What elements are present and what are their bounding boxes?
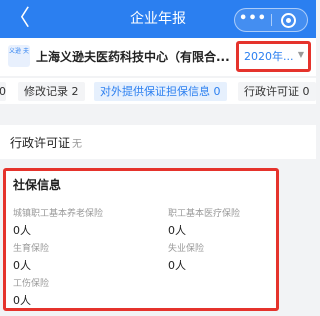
item-value: 0人 xyxy=(168,224,186,237)
item-value: 0人 xyxy=(13,224,31,237)
item-label: 生育保险 xyxy=(13,244,50,254)
admin-license-heading: 行政许可证无 xyxy=(10,134,82,151)
admin-license-empty: 无 xyxy=(72,139,83,150)
nav-bar: 〈 企业年报 ••• xyxy=(0,0,316,38)
pension-insurance-item: 城镇职工基本养老保险 0人 xyxy=(13,206,103,238)
close-target-icon[interactable] xyxy=(281,13,296,28)
item-label: 城镇职工基本养老保险 xyxy=(13,209,104,219)
item-label: 工伤保险 xyxy=(13,279,50,289)
item-label: 职工基本医疗保险 xyxy=(168,209,241,219)
tab-guarantee-info[interactable]: 对外提供保证担保信息 0 xyxy=(94,82,227,101)
admin-license-title: 行政许可证 xyxy=(10,136,71,150)
maternity-insurance-item: 生育保险 0人 xyxy=(13,241,49,273)
tab-modification-records[interactable]: 修改记录 2 xyxy=(18,82,85,101)
mini-program-capsule: ••• xyxy=(234,8,308,32)
item-label: 失业保险 xyxy=(168,244,205,254)
company-name: 上海义逊夫医药科技中心（有限合... xyxy=(36,50,230,64)
item-value: 0人 xyxy=(13,294,31,307)
unemployment-insurance-item: 失业保险 0人 xyxy=(168,241,204,273)
social-insurance-section: 社保信息 城镇职工基本养老保险 0人 职工基本医疗保险 0人 生育保险 0人 失… xyxy=(3,168,279,311)
company-logo: 义逊 夫 xyxy=(8,45,30,67)
tab-admin-license[interactable]: 行政许可证 0 xyxy=(238,82,316,101)
tab-partial[interactable]: 0 xyxy=(0,82,6,101)
admin-license-section: 行政许可证无 xyxy=(0,125,316,159)
year-value: 2020年... xyxy=(244,50,294,63)
medical-insurance-item: 职工基本医疗保险 0人 xyxy=(168,206,240,238)
more-icon[interactable]: ••• xyxy=(235,9,271,31)
item-value: 0人 xyxy=(13,259,31,272)
item-value: 0人 xyxy=(168,259,186,272)
year-selector[interactable]: 2020年... ▼ xyxy=(236,41,311,72)
capsule-divider xyxy=(271,14,272,26)
section-tabs: 0 修改记录 2 对外提供保证担保信息 0 行政许可证 0 xyxy=(0,78,316,104)
chevron-down-icon: ▼ xyxy=(297,50,304,59)
work-injury-insurance-item: 工伤保险 0人 xyxy=(13,276,49,308)
social-insurance-title: 社保信息 xyxy=(13,178,62,192)
